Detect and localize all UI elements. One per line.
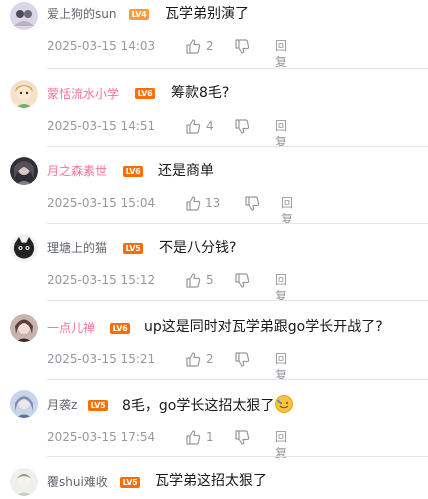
level-badge: LV5 [123, 243, 143, 254]
level-badge: LV6 [110, 323, 130, 334]
level-badge: LV5 [88, 400, 108, 411]
username[interactable]: 一点儿禅 [47, 320, 95, 336]
comment-text: 8毛，go学长这招太狠了 [122, 395, 294, 415]
timestamp: 2025-03-15 17:54 [47, 430, 156, 444]
like-count: 13 [205, 196, 221, 210]
thumbs-down-icon[interactable] [234, 119, 250, 135]
comment-text: 筹款8毛? [171, 85, 230, 101]
thumbs-down-icon[interactable] [234, 352, 250, 368]
avatar[interactable] [10, 2, 38, 30]
avatar[interactable] [10, 390, 38, 418]
timestamp: 2025-03-15 14:51 [47, 119, 156, 133]
avatar[interactable] [10, 314, 38, 342]
like-count: 1 [206, 430, 214, 444]
username[interactable]: 月袭z [47, 397, 77, 413]
like-count: 4 [206, 119, 214, 133]
level-badge: LV6 [123, 166, 143, 177]
comment-item: 月袭z LV5 8毛，go学长这招太狠了 2025-03-15 17:54 1 … [0, 384, 428, 460]
avatar[interactable] [10, 468, 38, 496]
avatar[interactable] [10, 157, 38, 185]
divider [47, 300, 428, 301]
username[interactable]: 蒙恬流水小学 [47, 86, 119, 102]
username[interactable]: 月之森素世 [47, 163, 107, 179]
comment-item: 理塘上的猫 LV5 不是八分钱? 2025-03-15 15:12 5 回复 [0, 229, 428, 303]
thumbs-up-icon[interactable] [185, 351, 201, 367]
avatar[interactable] [10, 234, 38, 262]
username[interactable]: 覆shui难收 [47, 474, 108, 490]
comment-text-body: 8毛，go学长这招太狠了 [122, 398, 275, 414]
comment-item: 一点儿禅 LV6 up这是同时对瓦学弟跟go学长开战了? 2025-03-15 … [0, 306, 428, 382]
timestamp: 2025-03-15 15:12 [47, 273, 156, 287]
username[interactable]: 理塘上的猫 [47, 240, 107, 256]
like-count: 2 [206, 39, 214, 53]
thumbs-up-icon[interactable] [185, 38, 201, 54]
comment-text: up这是同时对瓦学弟跟go学长开战了? [144, 319, 383, 335]
thumbs-up-icon[interactable] [185, 118, 201, 134]
level-badge: LV4 [129, 9, 149, 20]
username[interactable]: 爱上狗的sun [47, 6, 116, 22]
comment-item: 覆shui难收 LV5 瓦学弟这招太狠了 [0, 462, 428, 499]
comment-text: 瓦学弟这招太狠了 [155, 473, 267, 489]
thumbs-down-icon[interactable] [244, 196, 260, 212]
thumbs-down-icon[interactable] [234, 39, 250, 55]
thumbs-up-icon[interactable] [185, 272, 201, 288]
reply-button[interactable]: 回复 [275, 38, 287, 70]
divider [47, 456, 428, 457]
thumbs-down-icon[interactable] [234, 273, 250, 289]
comment-item: 月之森素世 LV6 还是商单 2025-03-15 15:04 13 回复 [0, 152, 428, 226]
comment-text: 瓦学弟别演了 [165, 6, 249, 22]
like-count: 5 [206, 273, 214, 287]
divider [47, 223, 428, 224]
thumbs-down-icon[interactable] [234, 430, 250, 446]
timestamp: 2025-03-15 15:21 [47, 352, 156, 366]
comment-text: 不是八分钱? [159, 240, 237, 256]
like-count: 2 [206, 352, 214, 366]
timestamp: 2025-03-15 15:04 [47, 196, 156, 210]
emoji-icon [275, 395, 294, 413]
comment-item: 蒙恬流水小学 LV6 筹款8毛? 2025-03-15 14:51 4 回复 [0, 76, 428, 149]
divider [47, 146, 428, 147]
avatar[interactable] [10, 80, 38, 108]
level-badge: LV5 [120, 477, 140, 488]
comment-text: 还是商单 [158, 163, 214, 179]
divider [47, 379, 428, 380]
level-badge: LV6 [135, 88, 155, 99]
thumbs-up-icon[interactable] [185, 429, 201, 445]
divider [47, 68, 428, 69]
thumbs-up-icon[interactable] [185, 195, 201, 211]
comment-item: 爱上狗的sun LV4 瓦学弟别演了 2025-03-15 14:03 2 回复 [0, 0, 428, 70]
timestamp: 2025-03-15 14:03 [47, 39, 156, 53]
